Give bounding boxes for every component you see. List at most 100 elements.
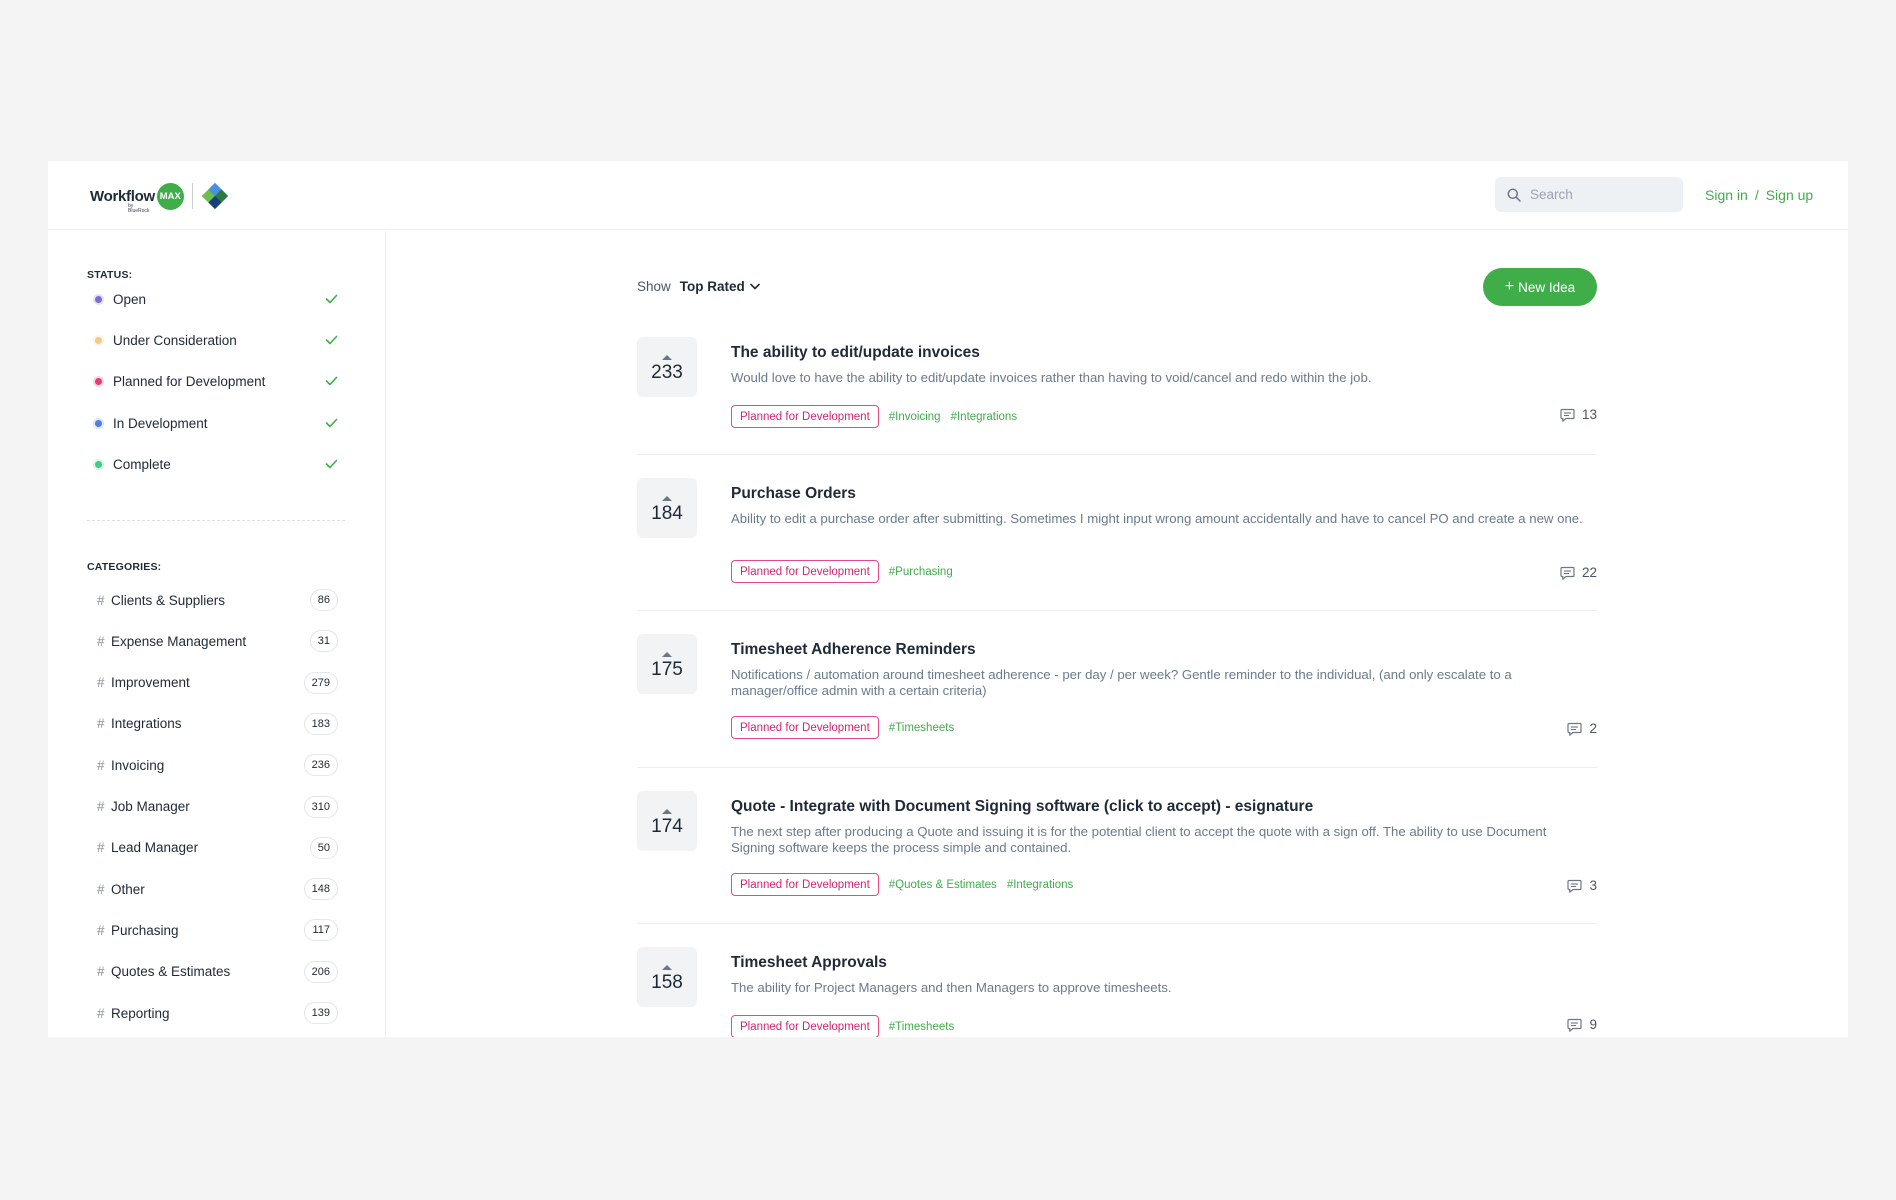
idea-card: 174 Quote - Integrate with Document Signi… (637, 791, 1597, 941)
status-badge[interactable]: Planned for Development (731, 1015, 879, 1037)
status-dot (95, 336, 102, 344)
comment-icon (1567, 1018, 1583, 1032)
category-count: 117 (304, 919, 338, 942)
category-item[interactable]: # Expense Management 31 (97, 629, 338, 653)
comment-count[interactable]: 13 (1560, 407, 1597, 422)
status-filter-item[interactable]: Open (95, 289, 338, 309)
comment-count[interactable]: 2 (1567, 721, 1597, 736)
category-item[interactable]: # Improvement 279 (97, 671, 338, 695)
new-idea-button[interactable]: + New Idea (1483, 268, 1597, 306)
idea-title[interactable]: The ability to edit/update invoices (731, 344, 980, 362)
status-badge[interactable]: Planned for Development (731, 405, 879, 428)
upvote-button[interactable]: 184 (637, 478, 697, 538)
hash-icon: # (97, 633, 105, 649)
category-count: 183 (303, 712, 338, 735)
status-filter-item[interactable]: Planned for Development (95, 371, 338, 391)
category-count: 236 (303, 754, 338, 777)
category-tag[interactable]: #Quotes & Estimates (889, 879, 997, 891)
status-filter-item[interactable]: Complete (95, 454, 338, 474)
category-item[interactable]: # Invoicing 236 (97, 753, 338, 777)
idea-description: The ability for Project Managers and the… (731, 980, 1172, 995)
auth-separator: / (1754, 187, 1759, 203)
sign-up-link[interactable]: Sign up (1766, 187, 1813, 203)
idea-title[interactable]: Quote - Integrate with Document Signing … (731, 798, 1313, 816)
app-window: Workflowby BlueRock MAX Sign in / Sign u… (48, 161, 1848, 1037)
search-input[interactable] (1530, 187, 1670, 202)
vote-count: 158 (651, 971, 683, 993)
category-count: 86 (309, 589, 338, 611)
status-filter-item[interactable]: Under Consideration (95, 330, 338, 350)
category-item[interactable]: # Job Manager 310 (97, 795, 338, 819)
category-item[interactable]: # Purchasing 117 (97, 918, 338, 942)
idea-card: 184 Purchase Orders Ability to edit a purc… (637, 478, 1597, 628)
check-icon[interactable] (325, 457, 338, 472)
search-box[interactable] (1495, 177, 1683, 212)
check-icon[interactable] (325, 416, 338, 431)
idea-separator (637, 923, 1597, 924)
category-tag[interactable]: #Timesheets (889, 1021, 954, 1033)
sidebar-divider (87, 520, 345, 521)
upvote-button[interactable]: 158 (637, 947, 697, 1007)
status-dot (95, 419, 102, 427)
category-tag[interactable]: #Timesheets (889, 722, 954, 734)
comment-count[interactable]: 22 (1560, 565, 1597, 580)
category-count: 31 (309, 630, 338, 653)
sort-control[interactable]: Show Top Rated (637, 279, 760, 294)
chevron-down-icon[interactable] (749, 283, 760, 290)
category-tag[interactable]: #Invoicing (889, 411, 941, 423)
category-item[interactable]: # Quotes & Estimates 206 (97, 960, 338, 984)
idea-title[interactable]: Purchase Orders (731, 485, 856, 503)
vote-count: 233 (651, 361, 683, 383)
upvote-button[interactable]: 233 (637, 337, 697, 397)
comment-icon (1567, 722, 1583, 736)
status-badge[interactable]: Planned for Development (731, 716, 879, 739)
upvote-button[interactable]: 174 (637, 791, 697, 851)
comment-number: 9 (1589, 1017, 1597, 1032)
check-icon[interactable] (325, 292, 338, 307)
status-dot (95, 460, 102, 468)
comment-count[interactable]: 9 (1567, 1017, 1597, 1032)
search-icon (1507, 188, 1521, 202)
status-dot (95, 377, 102, 385)
comment-count[interactable]: 3 (1567, 878, 1597, 893)
vote-count: 184 (651, 502, 683, 524)
upvote-button[interactable]: 175 (637, 634, 697, 694)
check-icon[interactable] (325, 333, 338, 348)
category-item[interactable]: # Reporting 139 (97, 1001, 338, 1025)
logo-divider (191, 183, 193, 209)
check-icon[interactable] (325, 374, 338, 389)
comment-icon (1560, 566, 1575, 580)
status-label: Open (113, 291, 147, 307)
category-label: Job Manager (111, 799, 190, 814)
category-tag[interactable]: #Integrations (951, 411, 1018, 423)
idea-meta: Planned for Development #Purchasing (731, 560, 953, 583)
comment-number: 3 (1589, 878, 1597, 893)
category-label: Expense Management (111, 633, 247, 649)
category-label: Reporting (111, 1005, 170, 1021)
idea-description: The next step after producing a Quote an… (731, 824, 1547, 855)
category-item[interactable]: # Integrations 183 (97, 712, 338, 736)
category-tag[interactable]: #Purchasing (889, 566, 953, 578)
status-badge[interactable]: Planned for Development (731, 873, 879, 896)
hash-icon: # (97, 964, 105, 980)
comment-number: 22 (1581, 565, 1597, 580)
status-filter-item[interactable]: In Development (95, 413, 338, 433)
hash-icon: # (97, 675, 105, 691)
sort-dropdown-value[interactable]: Top Rated (680, 279, 745, 294)
idea-title[interactable]: Timesheet Adherence Reminders (731, 641, 976, 659)
category-tag[interactable]: #Integrations (1007, 879, 1074, 891)
idea-separator (637, 610, 1597, 611)
comment-number: 2 (1589, 721, 1597, 736)
category-item[interactable]: # Lead Manager 50 (97, 836, 338, 860)
status-heading: STATUS: (87, 269, 133, 281)
status-badge[interactable]: Planned for Development (731, 560, 879, 583)
idea-title[interactable]: Timesheet Approvals (731, 954, 887, 972)
category-item[interactable]: # Clients & Suppliers 86 (97, 588, 338, 612)
brand-byline: by BlueRock (128, 202, 150, 214)
header: Workflowby BlueRock MAX Sign in / Sign u… (48, 161, 1848, 230)
status-label: Under Consideration (113, 332, 237, 348)
sign-in-link[interactable]: Sign in (1705, 187, 1748, 203)
upvote-arrow-icon (662, 808, 672, 814)
category-item[interactable]: # Other 148 (97, 877, 338, 901)
logo[interactable]: Workflow by BlueRock MAX (90, 181, 229, 214)
